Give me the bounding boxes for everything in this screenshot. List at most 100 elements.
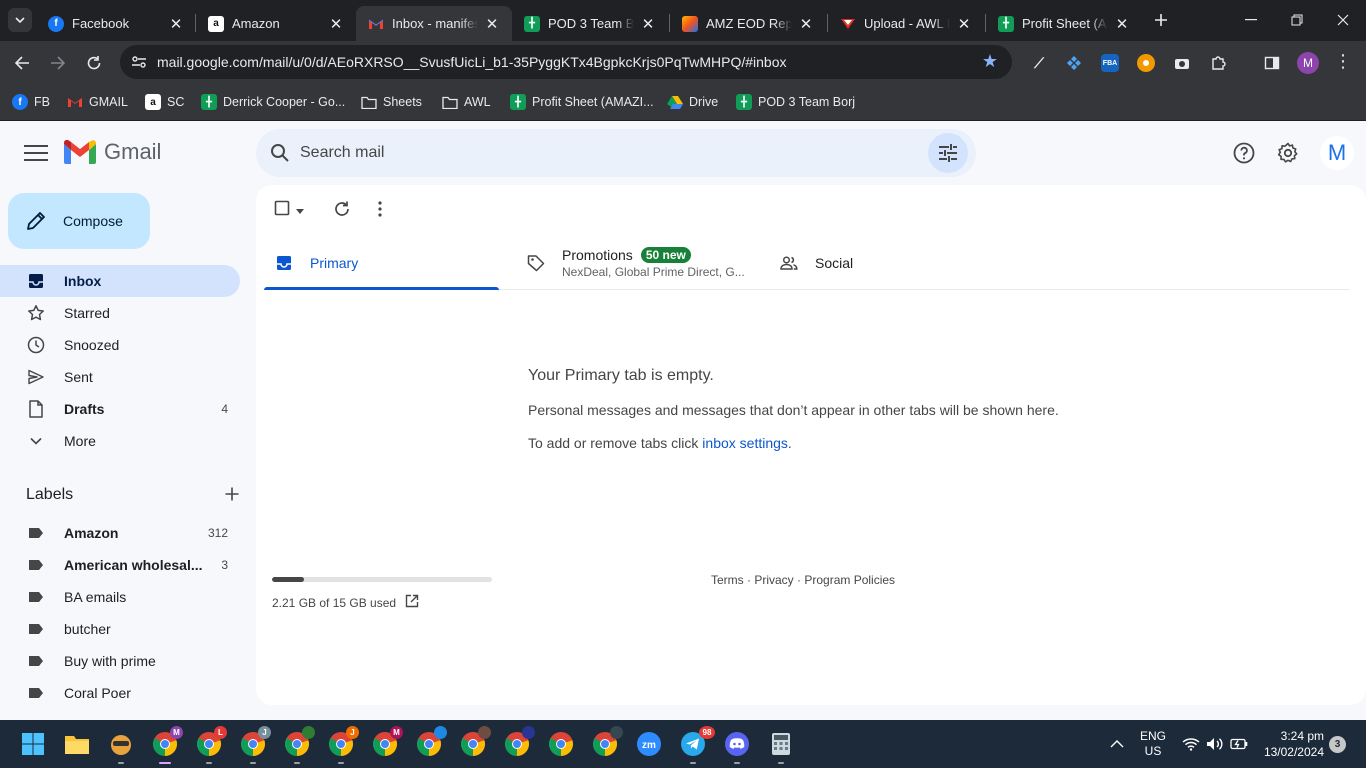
search-icon[interactable] <box>268 141 292 165</box>
notification-count-badge[interactable]: 3 <box>1329 736 1346 753</box>
main-menu-icon[interactable] <box>22 141 50 165</box>
chrome-profile-m2[interactable]: M <box>369 726 403 760</box>
nav-item-more[interactable]: More <box>0 425 240 457</box>
chrome-profile-m[interactable]: M <box>149 726 183 764</box>
label-item[interactable]: Amazon 312 <box>0 517 240 549</box>
bookmark-star-icon[interactable]: ★ <box>982 51 998 72</box>
forward-button[interactable] <box>44 49 72 77</box>
select-checkbox-dropdown[interactable] <box>274 197 304 221</box>
volume-icon[interactable] <box>1206 720 1224 768</box>
extensions-puzzle-icon[interactable] <box>1209 54 1227 72</box>
file-explorer-app[interactable] <box>61 728 93 760</box>
close-tab-icon[interactable]: ✕ <box>328 16 344 33</box>
program-policies-link[interactable]: Program Policies <box>804 573 895 587</box>
terms-link[interactable]: Terms <box>711 573 744 587</box>
label-item[interactable] <box>0 709 240 720</box>
nav-item-drafts[interactable]: Drafts 4 <box>0 393 240 425</box>
account-avatar[interactable]: M <box>1320 136 1354 170</box>
bookmark-gmail[interactable]: GMAIL <box>67 92 128 112</box>
open-in-new-icon[interactable] <box>405 594 419 611</box>
refresh-icon[interactable] <box>333 197 351 221</box>
bookmark-sc[interactable]: a SC <box>145 92 184 112</box>
close-tab-icon[interactable]: ✕ <box>640 16 656 33</box>
browser-tab-gmail-inbox[interactable]: Inbox - manifest ✕ <box>356 6 512 41</box>
bookmark-profit-sheet[interactable]: ╋ Profit Sheet (AMAZI... <box>510 92 654 112</box>
nav-item-snoozed[interactable]: Snoozed <box>0 329 240 361</box>
site-info-icon[interactable] <box>130 53 148 71</box>
label-item[interactable]: butcher <box>0 613 240 645</box>
show-hidden-icons-button[interactable] <box>1110 720 1124 768</box>
side-panel-icon[interactable] <box>1263 54 1281 72</box>
extension-orange-icon[interactable] <box>1137 54 1155 72</box>
bookmark-drive[interactable]: Drive <box>667 92 718 112</box>
browser-tab-profit-sheet[interactable]: ╋ Profit Sheet (AM ✕ <box>986 6 1142 41</box>
chrome-profile-blue[interactable] <box>413 726 447 760</box>
taskbar-app-game[interactable] <box>105 728 137 764</box>
close-tab-icon[interactable]: ✕ <box>1114 16 1130 33</box>
label-item[interactable]: Coral Poer <box>0 677 240 709</box>
fba-extension-icon[interactable]: FBA <box>1101 54 1119 72</box>
battery-icon[interactable] <box>1230 720 1248 768</box>
tab-primary[interactable]: Primary <box>264 237 499 290</box>
restore-button[interactable] <box>1274 0 1320 40</box>
chrome-menu-icon[interactable]: ⋮ <box>1334 51 1352 72</box>
compose-button[interactable]: Compose <box>8 193 150 249</box>
url-text[interactable]: mail.google.com/mail/u/0/d/AEoRXRSO__Svu… <box>157 54 787 70</box>
system-clock[interactable]: 3:24 pm 13/02/2024 <box>1258 728 1324 760</box>
nav-item-inbox[interactable]: Inbox <box>0 265 240 297</box>
browser-tab-amz-eod[interactable]: AMZ EOD Report ✕ <box>670 6 826 41</box>
bookmark-folder-sheets[interactable]: Sheets <box>361 92 422 112</box>
search-options-button[interactable] <box>928 133 968 173</box>
label-item[interactable]: American wholesal... 3 <box>0 549 240 581</box>
discord-app[interactable] <box>721 728 753 764</box>
telegram-app[interactable]: 98 <box>677 726 715 764</box>
tab-social[interactable]: Social <box>779 237 979 289</box>
more-options-icon[interactable] <box>378 197 382 221</box>
search-bar[interactable] <box>256 129 976 177</box>
chrome-profile-brown[interactable] <box>457 726 491 760</box>
close-tab-icon[interactable]: ✕ <box>168 16 184 33</box>
extension-puzzle-blue-icon[interactable] <box>1065 54 1083 72</box>
close-window-button[interactable] <box>1320 0 1366 40</box>
close-tab-icon[interactable]: ✕ <box>956 16 972 33</box>
extension-pen-icon[interactable]: ⟋ <box>1030 54 1048 72</box>
bookmark-pod3[interactable]: ╋ POD 3 Team Borj <box>736 92 855 112</box>
close-tab-icon[interactable]: ✕ <box>484 16 500 33</box>
reload-button[interactable] <box>80 49 108 77</box>
start-button[interactable] <box>17 728 49 760</box>
label-item[interactable]: BA emails <box>0 581 240 613</box>
address-bar[interactable]: mail.google.com/mail/u/0/d/AEoRXRSO__Svu… <box>120 45 1012 79</box>
chrome-profile-j[interactable]: J <box>237 726 271 764</box>
calculator-app[interactable] <box>765 728 797 764</box>
chrome-profile-orange[interactable]: J <box>325 726 359 764</box>
back-button[interactable] <box>8 49 36 77</box>
browser-tab-facebook[interactable]: f Facebook ✕ <box>36 6 196 41</box>
chrome-profile-l[interactable]: L <box>193 726 227 764</box>
browser-tab-pod3[interactable]: ╋ POD 3 Team Borj ✕ <box>512 6 668 41</box>
bookmark-derrick-cooper[interactable]: ╋ Derrick Cooper - Go... <box>201 92 345 112</box>
minimize-button[interactable] <box>1228 0 1274 40</box>
chrome-app[interactable] <box>545 728 577 760</box>
new-tab-button[interactable] <box>1150 9 1172 31</box>
gmail-logo[interactable]: Gmail <box>64 139 161 165</box>
label-item[interactable]: Buy with prime <box>0 645 240 677</box>
chrome-profile-avatar[interactable]: M <box>1297 52 1319 74</box>
camera-extension-icon[interactable] <box>1173 54 1191 72</box>
chrome-profile-dark[interactable] <box>589 726 623 760</box>
privacy-link[interactable]: Privacy <box>754 573 793 587</box>
create-label-plus-icon[interactable] <box>224 486 240 505</box>
wifi-icon[interactable] <box>1182 720 1200 768</box>
chrome-profile-green[interactable] <box>281 726 315 764</box>
bookmark-fb[interactable]: f FB <box>12 92 50 112</box>
help-icon[interactable] <box>1232 141 1256 165</box>
checkbox-icon[interactable] <box>274 200 290 219</box>
nav-item-sent[interactable]: Sent <box>0 361 240 393</box>
input-language-indicator[interactable]: ENG US <box>1138 720 1168 768</box>
zoom-app[interactable]: zm <box>633 728 665 760</box>
browser-tab-amazon[interactable]: a Amazon ✕ <box>196 6 356 41</box>
tab-search-button[interactable] <box>8 8 32 32</box>
caret-down-icon[interactable] <box>296 201 304 217</box>
close-tab-icon[interactable]: ✕ <box>798 16 814 33</box>
bookmark-folder-awl[interactable]: AWL <box>442 92 491 112</box>
search-input[interactable] <box>300 129 900 177</box>
